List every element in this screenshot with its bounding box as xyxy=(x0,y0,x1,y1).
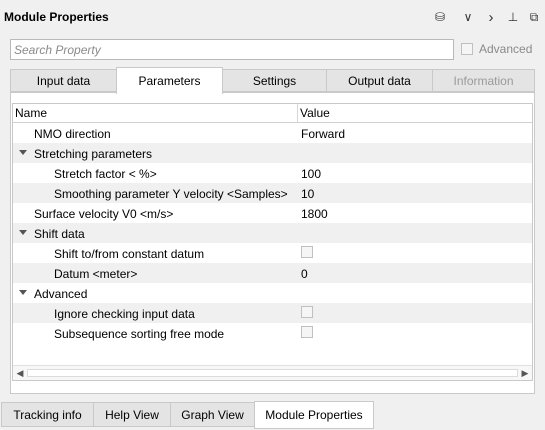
property-value[interactable]: 10 xyxy=(301,187,314,201)
tab-tracking-info[interactable]: Tracking info xyxy=(1,402,94,427)
property-name: Shift to/from constant datum xyxy=(54,247,205,261)
shift-datum-checkbox[interactable] xyxy=(301,246,313,258)
property-row[interactable]: Ignore checking input data xyxy=(13,303,532,323)
property-grid: Name Value NMO direction Forward Stretch… xyxy=(12,103,533,381)
expand-arrow-icon[interactable] xyxy=(19,150,27,155)
property-name: Surface velocity V0 <m/s> xyxy=(34,207,174,221)
property-row[interactable]: Datum <meter> 0 xyxy=(13,263,532,283)
tab-help-view[interactable]: Help View xyxy=(93,402,171,427)
scroll-right-icon[interactable]: ▶ xyxy=(520,368,530,378)
tab-bar: Input data Parameters Settings Output da… xyxy=(10,67,535,94)
grid-header: Name Value xyxy=(13,104,532,123)
tab-module-properties[interactable]: Module Properties xyxy=(254,401,374,429)
expand-arrow-icon[interactable] xyxy=(19,290,27,295)
property-name: NMO direction xyxy=(34,127,111,141)
parameters-panel: Name Value NMO direction Forward Stretch… xyxy=(10,92,535,394)
property-name: Ignore checking input data xyxy=(54,307,195,321)
group-row[interactable]: Advanced xyxy=(13,283,532,303)
tab-parameters[interactable]: Parameters xyxy=(116,67,223,94)
tab-output-data[interactable]: Output data xyxy=(326,69,433,92)
group-name: Advanced xyxy=(34,287,88,301)
property-name: Subsequence sorting free mode xyxy=(54,327,225,341)
tab-settings[interactable]: Settings xyxy=(222,69,327,92)
group-name: Shift data xyxy=(34,227,85,241)
group-row[interactable]: Shift data xyxy=(13,223,532,243)
window-title: Module Properties xyxy=(4,10,109,24)
tab-input-data[interactable]: Input data xyxy=(10,69,117,92)
ignore-checking-checkbox[interactable] xyxy=(301,306,313,318)
advanced-checkbox[interactable] xyxy=(461,43,473,55)
chevron-down-icon[interactable]: ∨ xyxy=(459,8,477,26)
property-value[interactable] xyxy=(301,306,313,321)
search-input[interactable]: Search Property xyxy=(10,39,454,60)
property-value[interactable]: Forward xyxy=(301,127,345,141)
property-name: Smoothing parameter Y velocity <Samples> xyxy=(54,187,288,201)
property-value[interactable] xyxy=(301,326,313,341)
advanced-label: Advanced xyxy=(479,42,533,56)
property-row[interactable]: Stretch factor < %> 100 xyxy=(13,163,532,183)
tab-information: Information xyxy=(432,69,535,92)
property-value[interactable]: 0 xyxy=(301,267,308,281)
horizontal-scrollbar[interactable]: ◀ ▶ xyxy=(13,365,532,380)
property-name: Datum <meter> xyxy=(54,267,138,281)
advanced-toggle[interactable]: Advanced xyxy=(461,42,532,56)
tab-graph-view[interactable]: Graph View xyxy=(170,402,255,427)
sorting-free-mode-checkbox[interactable] xyxy=(301,326,313,338)
database-icon[interactable]: ⛁ xyxy=(431,8,449,26)
property-value[interactable]: 1800 xyxy=(301,207,328,221)
pin-icon[interactable]: ⊥ xyxy=(504,8,522,26)
property-row[interactable]: Smoothing parameter Y velocity <Samples>… xyxy=(13,183,532,203)
group-name: Stretching parameters xyxy=(34,147,153,161)
title-bar: Module Properties ⛁ ∨ › ⊥ ⧉ xyxy=(0,0,545,34)
property-value[interactable]: 100 xyxy=(301,167,321,181)
search-placeholder: Search Property xyxy=(14,43,101,57)
group-row[interactable]: Stretching parameters xyxy=(13,143,532,163)
restore-icon[interactable]: ⧉ xyxy=(525,8,543,26)
header-value[interactable]: Value xyxy=(300,106,330,120)
chevron-right-icon[interactable]: › xyxy=(482,8,500,26)
scroll-left-icon[interactable]: ◀ xyxy=(15,368,25,378)
property-row[interactable]: Shift to/from constant datum xyxy=(13,243,532,263)
property-value[interactable] xyxy=(301,246,313,261)
scroll-thumb[interactable] xyxy=(27,369,518,377)
property-row[interactable]: NMO direction Forward xyxy=(13,123,532,143)
property-row[interactable]: Surface velocity V0 <m/s> 1800 xyxy=(13,203,532,223)
property-name: Stretch factor < %> xyxy=(54,167,157,181)
property-row[interactable]: Subsequence sorting free mode xyxy=(13,323,532,343)
header-name[interactable]: Name xyxy=(15,106,47,120)
expand-arrow-icon[interactable] xyxy=(19,230,27,235)
column-divider[interactable] xyxy=(297,104,298,122)
bottom-tab-bar: Tracking info Help View Graph View Modul… xyxy=(0,401,545,430)
